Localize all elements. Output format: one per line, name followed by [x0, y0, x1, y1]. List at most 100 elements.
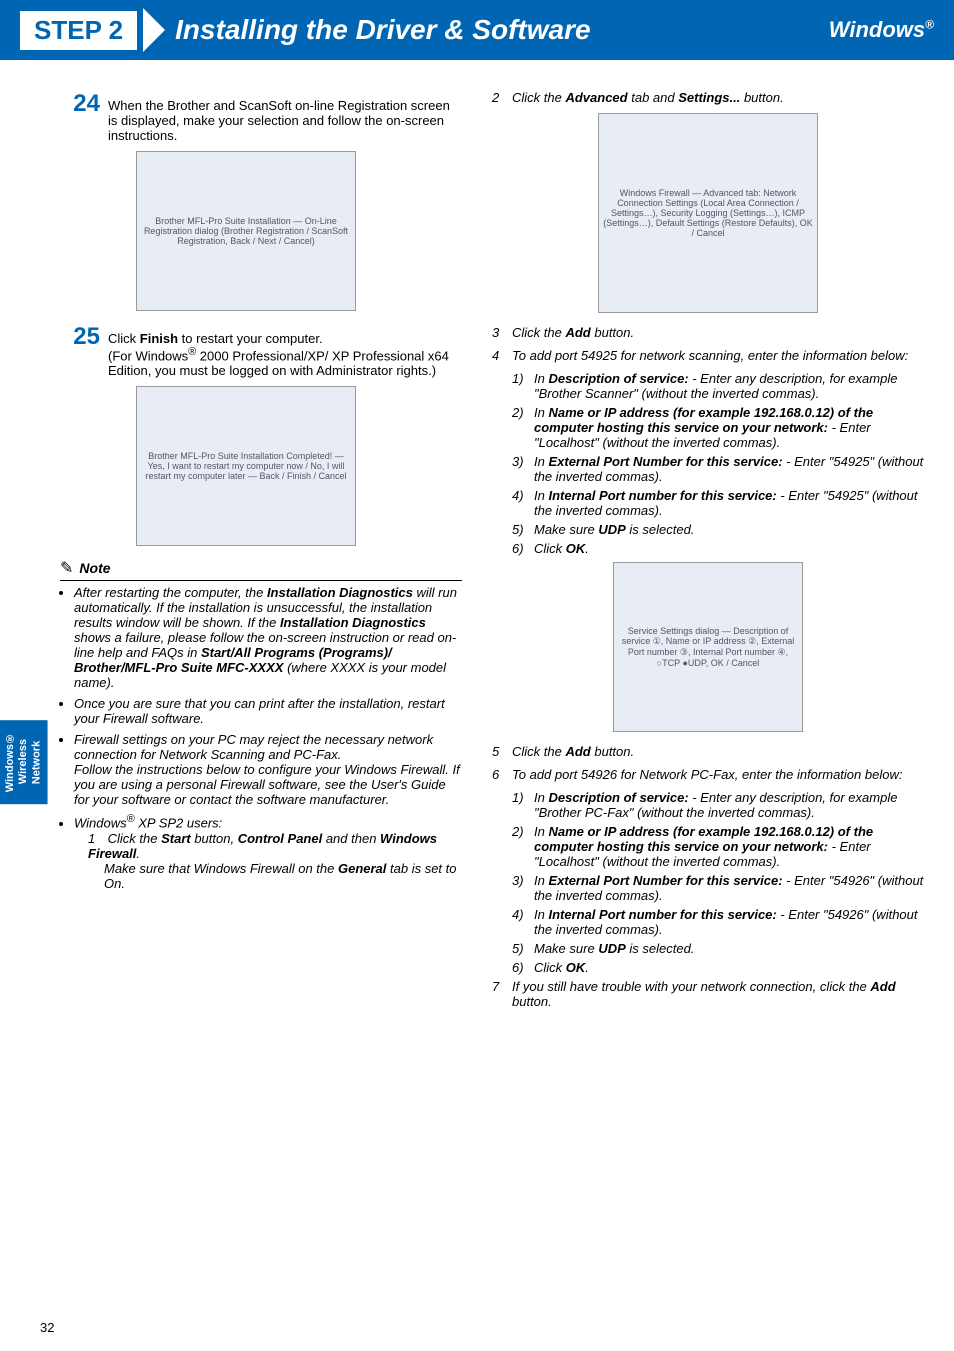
- r63-idx: 3): [512, 873, 534, 903]
- substep-1: 1 Click the Start button, Control Panel …: [88, 831, 462, 891]
- r66-idx: 6): [512, 960, 534, 975]
- page-number: 32: [40, 1320, 54, 1335]
- step-badge: STEP 2: [20, 11, 137, 50]
- r4-sub-6: 6)Click OK.: [512, 541, 924, 556]
- s25-text-b: to restart your computer.: [178, 331, 323, 346]
- n4b: XP SP2 users:: [135, 816, 223, 831]
- r7b: Add: [870, 979, 895, 994]
- s25-sup: ®: [188, 346, 196, 358]
- r3-idx: 3: [492, 325, 512, 340]
- side-tab-line1: Windows®: [4, 732, 16, 792]
- s25-text-c: (For Windows: [108, 348, 188, 363]
- n1d: Installation Diagnostics: [280, 615, 426, 630]
- r4a: To add port 54925 for network scanning, …: [512, 348, 908, 363]
- r65-idx: 5): [512, 941, 534, 956]
- r2c: tab and: [628, 90, 679, 105]
- r46-idx: 6): [512, 541, 534, 556]
- r5b: Add: [565, 744, 590, 759]
- right-step-2: 2 Click the Advanced tab and Settings...…: [492, 90, 924, 105]
- left-column: 24 When the Brother and ScanSoft on-line…: [30, 90, 462, 1017]
- note-heading: ✎ Note: [60, 558, 462, 581]
- os-registered: ®: [925, 18, 934, 32]
- screenshot-service-settings: Service Settings dialog — Description of…: [613, 562, 803, 732]
- note-item-3: Firewall settings on your PC may reject …: [74, 732, 462, 807]
- r2b: Advanced: [565, 90, 627, 105]
- r62-idx: 2): [512, 824, 534, 869]
- side-tab-line3: Network: [30, 740, 42, 783]
- r4-sub-2: 2)In Name or IP address (for example 192…: [512, 405, 924, 450]
- screenshot-firewall-advanced: Windows Firewall — Advanced tab: Network…: [598, 113, 818, 313]
- right-step-5: 5 Click the Add button.: [492, 744, 924, 759]
- r3a: Click the: [512, 325, 565, 340]
- r7a: If you still have trouble with your netw…: [512, 979, 870, 994]
- s1i: General: [338, 861, 386, 876]
- r2d: Settings...: [678, 90, 740, 105]
- note-label: Note: [79, 560, 110, 576]
- r2e: button.: [740, 90, 783, 105]
- r6-sub-5: 5)Make sure UDP is selected.: [512, 941, 924, 956]
- r5-idx: 5: [492, 744, 512, 759]
- page-header: STEP 2 Installing the Driver & Software …: [0, 0, 954, 60]
- right-column: 2 Click the Advanced tab and Settings...…: [492, 90, 924, 1017]
- r61-idx: 1): [512, 790, 534, 820]
- r6-sub-6: 6)Click OK.: [512, 960, 924, 975]
- r41-idx: 1): [512, 371, 534, 401]
- r2a: Click the: [512, 90, 565, 105]
- r4-idx: 4: [492, 348, 512, 363]
- n3a: Firewall settings on your PC may reject …: [74, 732, 433, 762]
- finish-label: Finish: [140, 331, 178, 346]
- r6a: To add port 54926 for Network PC-Fax, en…: [512, 767, 902, 782]
- r5c: button.: [591, 744, 634, 759]
- s1b: Start: [161, 831, 191, 846]
- step-25-text: Click Finish to restart your computer. (…: [100, 323, 462, 378]
- pencil-icon: ✎: [60, 558, 73, 578]
- os-label: Windows®: [829, 17, 934, 43]
- r4-sub-5: 5)Make sure UDP is selected.: [512, 522, 924, 537]
- s1d: Control Panel: [238, 831, 323, 846]
- sub1-idx: 1: [88, 831, 104, 846]
- r44-idx: 4): [512, 488, 534, 518]
- note-item-2: Once you are sure that you can print aft…: [74, 696, 462, 726]
- s1h: Make sure that Windows Firewall on the: [104, 861, 338, 876]
- side-tab-line2: Wireless: [17, 740, 29, 785]
- s1e: and then: [322, 831, 380, 846]
- right-step-6: 6 To add port 54926 for Network PC-Fax, …: [492, 767, 924, 782]
- s1a: Click the: [108, 831, 161, 846]
- chevron-right-icon: [143, 8, 165, 52]
- os-name: Windows: [829, 17, 925, 42]
- n4sup: ®: [127, 813, 135, 825]
- r6-sub-2: 2)In Name or IP address (for example 192…: [512, 824, 924, 869]
- r45-idx: 5): [512, 522, 534, 537]
- r6-idx: 6: [492, 767, 512, 782]
- r7-idx: 7: [492, 979, 512, 1009]
- r43-idx: 3): [512, 454, 534, 484]
- r42-idx: 2): [512, 405, 534, 450]
- note-list: After restarting the computer, the Insta…: [60, 585, 462, 890]
- r4-sub-3: 3)In External Port Number for this servi…: [512, 454, 924, 484]
- r6-sub-4: 4)In Internal Port number for this servi…: [512, 907, 924, 937]
- r4-sub-1: 1)In Description of service: - Enter any…: [512, 371, 924, 401]
- r7c: button.: [512, 994, 552, 1009]
- screenshot-install-complete: Brother MFL-Pro Suite Installation Compl…: [136, 386, 356, 546]
- note-item-1: After restarting the computer, the Insta…: [74, 585, 462, 690]
- page-title: Installing the Driver & Software: [165, 14, 590, 46]
- s25-text-a: Click: [108, 331, 140, 346]
- screenshot-registration-dialog: Brother MFL-Pro Suite Installation — On-…: [136, 151, 356, 311]
- step-number-24: 24: [60, 90, 100, 143]
- note-item-4: Windows® XP SP2 users: 1 Click the Start…: [74, 813, 462, 890]
- r3b: Add: [565, 325, 590, 340]
- n1a: After restarting the computer, the: [74, 585, 267, 600]
- r6-sub-1: 1)In Description of service: - Enter any…: [512, 790, 924, 820]
- step-24-text: When the Brother and ScanSoft on-line Re…: [100, 90, 462, 143]
- r4-sub-4: 4)In Internal Port number for this servi…: [512, 488, 924, 518]
- r2-idx: 2: [492, 90, 512, 105]
- r3c: button.: [591, 325, 634, 340]
- right-step-3: 3 Click the Add button.: [492, 325, 924, 340]
- n4a: Windows: [74, 816, 127, 831]
- r5a: Click the: [512, 744, 565, 759]
- r6-sub-3: 3)In External Port Number for this servi…: [512, 873, 924, 903]
- n1b: Installation Diagnostics: [267, 585, 413, 600]
- n3b: Follow the instructions below to configu…: [74, 762, 460, 807]
- s1c: button,: [191, 831, 238, 846]
- s1g: .: [136, 846, 140, 861]
